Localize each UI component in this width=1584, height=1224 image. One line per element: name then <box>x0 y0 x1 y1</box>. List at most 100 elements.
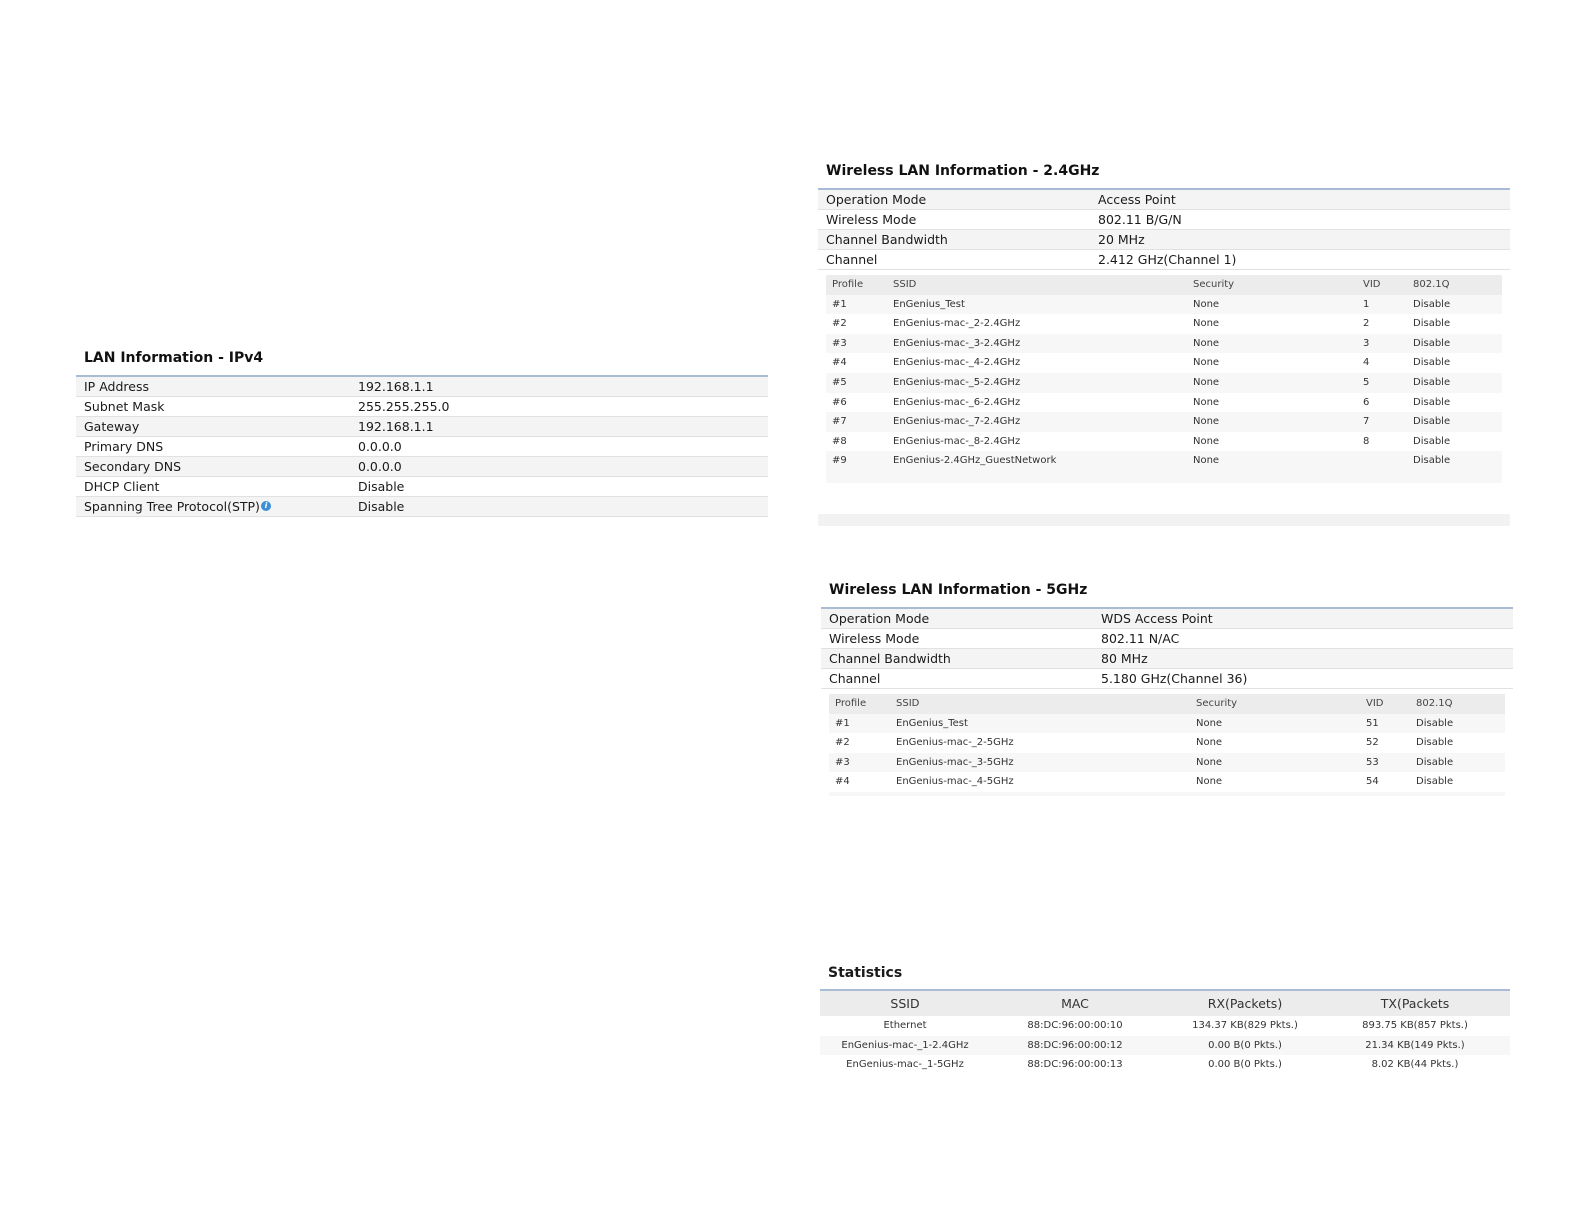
profile-q: Disable <box>1413 318 1451 330</box>
info-icon[interactable]: i <box>260 501 271 511</box>
info-label: Channel <box>826 252 878 267</box>
stat-ssid: EnGenius-mac-_1-2.4GHz <box>841 1039 969 1051</box>
profiles-header-row: Profile SSID Security VID 802.1Q <box>826 275 1502 295</box>
col-security-header: Security <box>1196 698 1238 709</box>
statistics-header-row: SSID MAC RX(Packets) TX(Packets <box>820 991 1510 1016</box>
profile-q: Disable <box>1413 416 1451 428</box>
profile-q: Disable <box>1413 337 1451 349</box>
profile-q: Disable <box>1413 435 1451 447</box>
profile-vid: 5 <box>1363 376 1370 388</box>
stat-tx: 893.75 KB(857 Pkts.) <box>1362 1020 1468 1031</box>
profile-vid: 1 <box>1363 298 1370 310</box>
profile-security: None <box>1196 756 1223 768</box>
col-profile-header: Profile <box>835 698 867 709</box>
info-row: Primary DNS 0.0.0.0 <box>76 437 768 457</box>
stat-ssid: Ethernet <box>883 1020 927 1031</box>
info-value: 80 MHz <box>1101 651 1148 666</box>
profile-ssid: EnGenius-mac-_3-5GHz <box>896 756 1014 768</box>
wlan-24-panel: Wireless LAN Information - 2.4GHz Operat… <box>818 163 1510 483</box>
profile-security: None <box>1193 376 1220 388</box>
col-security-header: Security <box>1193 279 1235 290</box>
statistics-panel: Statistics SSID MAC RX(Packets) TX(Packe… <box>820 965 1510 1075</box>
profile-q: Disable <box>1413 455 1451 467</box>
lan-info-title: LAN Information - IPv4 <box>76 350 768 377</box>
col-vid-header: VID <box>1363 279 1381 290</box>
profile-profile: #2 <box>832 318 847 330</box>
profile-security: None <box>1196 776 1223 788</box>
profile-security: None <box>1193 337 1220 349</box>
profile-vid <box>1361 451 1413 471</box>
lan-info-panel: LAN Information - IPv4 IP Address 192.168… <box>76 350 768 517</box>
profile-q: Disable <box>1416 756 1454 768</box>
profile-profile: #5 <box>832 376 847 388</box>
wlan-5-profiles-table: Profile SSID Security VID 802.1Q #1 EnGenius_T… <box>829 694 1505 796</box>
info-row: Channel Bandwidth 80 MHz <box>821 649 1513 669</box>
stat-rx: 134.37 KB(829 Pkts.) <box>1192 1020 1298 1031</box>
stat-mac: 88:DC:96:00:00:10 <box>1027 1020 1123 1031</box>
info-label: Operation Mode <box>829 611 930 626</box>
statistics-row: Ethernet 88:DC:96:00:00:10 134.37 KB(829 P… <box>820 1016 1510 1036</box>
statistics-title: Statistics <box>828 965 903 981</box>
info-value: 192.168.1.1 <box>358 379 434 394</box>
info-value: WDS Access Point <box>1101 611 1213 626</box>
col-q-header: 802.1Q <box>1413 279 1450 290</box>
info-row: Wireless Mode 802.11 B/G/N <box>818 210 1510 230</box>
info-row: Secondary DNS 0.0.0.0 <box>76 457 768 477</box>
info-value: Access Point <box>1098 192 1176 207</box>
col-ssid-header: SSID <box>893 279 917 290</box>
stat-tx: 21.34 KB(149 Pkts.) <box>1365 1039 1465 1051</box>
info-row: DHCP Client Disable <box>76 477 768 497</box>
profile-profile: #4 <box>835 776 850 788</box>
profile-q: Disable <box>1413 396 1451 408</box>
profile-ssid: EnGenius-mac-_4-2.4GHz <box>893 357 1021 369</box>
profile-ssid: EnGenius-mac-_8-2.4GHz <box>893 435 1021 447</box>
profile-vid: 8 <box>1363 435 1370 447</box>
wlan-24-info-table: Operation Mode Access Point Wireless Mode 8… <box>818 190 1510 270</box>
profile-profile: #1 <box>835 717 850 729</box>
col-ssid-header: SSID <box>896 698 920 709</box>
profile-row: #8 EnGenius-mac-_8-2.4GHz None 8 Disable <box>826 431 1502 452</box>
profile-row: #6 EnGenius-mac-_6-2.4GHz None 6 Disable <box>826 392 1502 413</box>
profile-security: None <box>1193 416 1220 428</box>
profile-q: Disable <box>1413 357 1451 369</box>
profile-row: #4 EnGenius-mac-_4-2.4GHz None 4 Disable <box>826 353 1502 373</box>
info-row: Spanning Tree Protocol(STP) i Disable <box>76 497 768 517</box>
stat-mac: 88:DC:96:00:00:13 <box>1027 1059 1123 1070</box>
info-value: 0.0.0.0 <box>358 439 402 454</box>
stat-mac: 88:DC:96:00:00:12 <box>1027 1039 1123 1051</box>
wlan-24-title: Wireless LAN Information - 2.4GHz <box>818 163 1510 190</box>
wlan-5-title: Wireless LAN Information - 5GHz <box>821 582 1513 609</box>
profile-ssid: EnGenius_Test <box>896 717 968 729</box>
profile-security: None <box>1193 357 1220 369</box>
statistics-row: EnGenius-mac-_1-2.4GHz 88:DC:96:00:00:12 0… <box>820 1035 1510 1055</box>
info-row: Operation Mode WDS Access Point <box>821 609 1513 629</box>
info-label: Channel Bandwidth <box>829 651 951 666</box>
profile-vid: 52 <box>1366 737 1379 749</box>
profile-ssid: EnGenius-mac-_3-2.4GHz <box>893 337 1021 349</box>
profile-q: Disable <box>1416 717 1454 729</box>
profile-row: #4 EnGenius-mac-_4-5GHz None 54 Disable <box>829 772 1505 792</box>
info-label: Wireless Mode <box>829 631 920 646</box>
col-rx-header: RX(Packets) <box>1207 996 1283 1011</box>
profile-ssid: EnGenius-mac-_6-2.4GHz <box>893 396 1021 408</box>
profile-profile: #3 <box>835 756 850 768</box>
info-value: 255.255.255.0 <box>358 399 450 414</box>
wlan-5-info-table: Operation Mode WDS Access Point Wireless M… <box>821 609 1513 689</box>
profile-row: #1 EnGenius_Test None 51 Disable <box>829 714 1505 734</box>
profile-security: None <box>1193 435 1220 447</box>
wlan-24-profiles-table: Profile SSID Security VID 802.1Q #1 EnGenius_T… <box>826 275 1502 483</box>
profile-vid: 54 <box>1366 776 1379 788</box>
profile-ssid: EnGenius-mac-_2-5GHz <box>896 737 1014 749</box>
profile-ssid: EnGenius-mac-_7-2.4GHz <box>893 416 1021 428</box>
profile-ssid: EnGenius_Test <box>893 298 965 310</box>
profile-security: None <box>1193 396 1220 408</box>
profile-row: #3 EnGenius-mac-_3-5GHz None 53 Disable <box>829 753 1505 773</box>
col-tx-header: TX(Packets <box>1380 996 1450 1011</box>
profile-row: #9 EnGenius-2.4GHz_GuestNetwork None Disabl… <box>826 451 1502 471</box>
info-label: Wireless Mode <box>826 212 917 227</box>
col-vid-header: VID <box>1366 698 1384 709</box>
info-row: Gateway 192.168.1.1 <box>76 417 768 437</box>
info-label: Subnet Mask <box>84 399 165 414</box>
info-value: 802.11 B/G/N <box>1098 212 1182 227</box>
profile-profile: #9 <box>832 455 847 467</box>
